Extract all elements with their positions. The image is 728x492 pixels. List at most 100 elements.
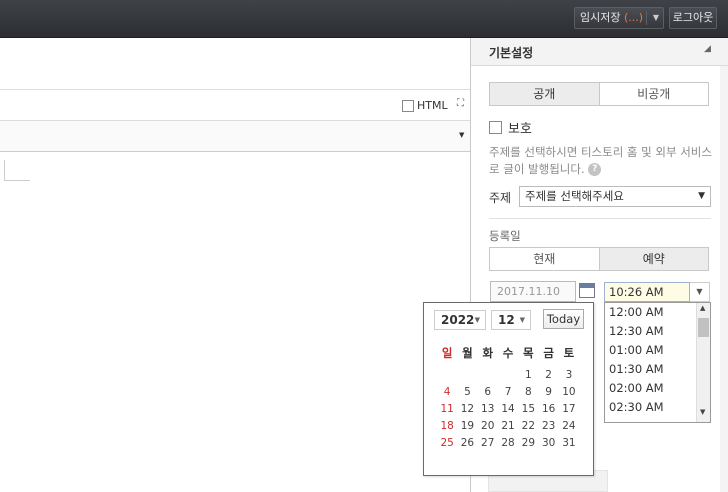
time-option[interactable]: 02:00 AM	[605, 379, 697, 398]
time-option[interactable]: 12:30 AM	[605, 322, 697, 341]
day-cell[interactable]: 14	[498, 401, 518, 418]
time-option[interactable]: 12:00 AM	[605, 303, 697, 322]
day-cell[interactable]	[457, 367, 477, 384]
day-cell[interactable]: 9	[538, 384, 558, 401]
collapse-icon[interactable]: ◢	[704, 44, 711, 54]
help-icon[interactable]: ?	[588, 163, 602, 176]
time-option[interactable]: 01:00 AM	[605, 341, 697, 360]
visibility-toggle: 공개 비공개	[489, 82, 709, 106]
today-button[interactable]: Today	[543, 309, 584, 329]
title-area[interactable]	[0, 38, 470, 90]
html-checkbox[interactable]	[402, 99, 414, 112]
logout-button[interactable]: 로그아웃	[669, 7, 717, 29]
temp-save-button[interactable]: 임시저장 (...) ▼	[574, 7, 664, 29]
day-cell[interactable]: 12	[457, 401, 477, 418]
day-cell[interactable]: 19	[457, 418, 477, 435]
day-cell[interactable]: 6	[478, 384, 498, 401]
day-cell[interactable]: 18	[437, 418, 457, 435]
year-select[interactable]: 2022 ▼	[434, 310, 486, 330]
day-cell[interactable]: 15	[518, 401, 538, 418]
chevron-down-icon: ▼	[474, 316, 480, 324]
day-cell[interactable]: 11	[437, 401, 457, 418]
day-cell[interactable]: 21	[498, 418, 518, 435]
time-input[interactable]: 10:26 AM	[604, 282, 690, 302]
content-placeholder[interactable]	[4, 160, 30, 181]
day-cell[interactable]: 25	[437, 435, 457, 452]
subject-select[interactable]: 주제를 선택해주세요 ▼	[519, 186, 711, 207]
chevron-down-icon: ▼	[698, 191, 705, 201]
day-cell[interactable]	[498, 367, 518, 384]
day-cell[interactable]: 7	[498, 384, 518, 401]
day-cell[interactable]: 26	[457, 435, 477, 452]
weekday-label: 금	[543, 346, 554, 360]
visibility-private[interactable]: 비공개	[598, 83, 708, 105]
day-cell[interactable]: 28	[498, 435, 518, 452]
day-cell[interactable]: 5	[457, 384, 477, 401]
chevron-down-icon[interactable]: ▼	[690, 282, 710, 302]
day-cell[interactable]: 31	[559, 435, 579, 452]
date-input[interactable]: 2017.11.10	[490, 281, 576, 302]
day-cell[interactable]: 16	[538, 401, 558, 418]
calendar-icon[interactable]	[579, 283, 595, 298]
protect-checkbox[interactable]	[489, 121, 502, 134]
day-cell[interactable]: 4	[437, 384, 457, 401]
month-select[interactable]: 12 ▼	[491, 310, 531, 330]
day-cell[interactable]: 27	[478, 435, 498, 452]
day-cell[interactable]: 24	[559, 418, 579, 435]
day-cell[interactable]: 17	[559, 401, 579, 418]
day-cell[interactable]	[478, 367, 498, 384]
temp-save-label: 임시저장	[580, 11, 621, 24]
temp-save-count: (...)	[623, 11, 644, 24]
day-cell[interactable]: 23	[538, 418, 558, 435]
time-option[interactable]: 02:30 AM	[605, 398, 697, 417]
day-cell[interactable]: 20	[478, 418, 498, 435]
week-row: 11 12 13 14 15 16 17	[437, 401, 589, 418]
html-label: HTML	[417, 99, 448, 112]
day-cell[interactable]: 29	[518, 435, 538, 452]
temp-save-divider	[646, 11, 647, 25]
day-cell[interactable]: 30	[538, 435, 558, 452]
subject-description: 주제를 선택하시면 티스토리 홈 및 외부 서비스로 글이 발행됩니다. ?	[489, 144, 715, 178]
editor-format-toolbar: ▼	[0, 121, 470, 152]
chevron-down-icon[interactable]: ▼	[653, 8, 659, 28]
protect-label: 보호	[508, 122, 532, 137]
year-value: 2022	[441, 313, 475, 327]
day-cell[interactable]: 10	[559, 384, 579, 401]
day-cell[interactable]: 3	[559, 367, 579, 384]
visibility-public[interactable]: 공개	[490, 83, 599, 105]
scroll-thumb[interactable]	[698, 318, 709, 337]
day-cell[interactable]: 13	[478, 401, 498, 418]
chevron-down-icon: ▼	[519, 316, 525, 324]
subject-select-value: 주제를 선택해주세요	[525, 189, 624, 203]
day-cell[interactable]	[437, 367, 457, 384]
day-cell[interactable]: 8	[518, 384, 538, 401]
subject-label: 주제	[489, 191, 512, 205]
top-bar: 임시저장 (...) ▼ 로그아웃	[0, 0, 728, 38]
sidebar-title: 기본설정	[489, 46, 534, 60]
weekday-label: 목	[523, 346, 534, 360]
scroll-up-icon[interactable]: ▲	[700, 304, 705, 312]
editor-area: HTML ⛶ ▼	[0, 38, 470, 492]
sidebar-header: 기본설정 ◢	[471, 38, 728, 66]
schedule-toggle: 현재 예약	[489, 247, 709, 271]
day-cell[interactable]: 1	[518, 367, 538, 384]
html-mode-toggle[interactable]: HTML	[402, 99, 448, 112]
weekday-label: 화	[482, 346, 494, 360]
chevron-down-icon[interactable]: ▼	[459, 131, 464, 139]
sidebar-scrollbar[interactable]	[720, 66, 728, 492]
scroll-down-icon[interactable]: ▼	[700, 408, 705, 416]
schedule-reserve[interactable]: 예약	[598, 248, 708, 270]
day-cell[interactable]: 2	[538, 367, 558, 384]
day-cell[interactable]: 22	[518, 418, 538, 435]
time-list-scrollbar[interactable]: ▲ ▼	[696, 303, 710, 422]
week-row: 1 2 3	[437, 367, 589, 384]
calendar-grid: 일 월 화 수 목 금 토 1 2 3 4 5 6 7 8 9 10 11 12…	[437, 343, 589, 452]
expand-icon[interactable]: ⛶	[457, 98, 464, 109]
divider	[489, 218, 711, 219]
time-option[interactable]: 01:30 AM	[605, 360, 697, 379]
time-dropdown-list: 12:00 AM 12:30 AM 01:00 AM 01:30 AM 02:0…	[604, 302, 711, 423]
protect-option[interactable]: 보호	[489, 118, 532, 137]
week-row: 18 19 20 21 22 23 24	[437, 418, 589, 435]
schedule-now[interactable]: 현재	[490, 248, 599, 270]
weekday-label: 월	[462, 346, 473, 360]
